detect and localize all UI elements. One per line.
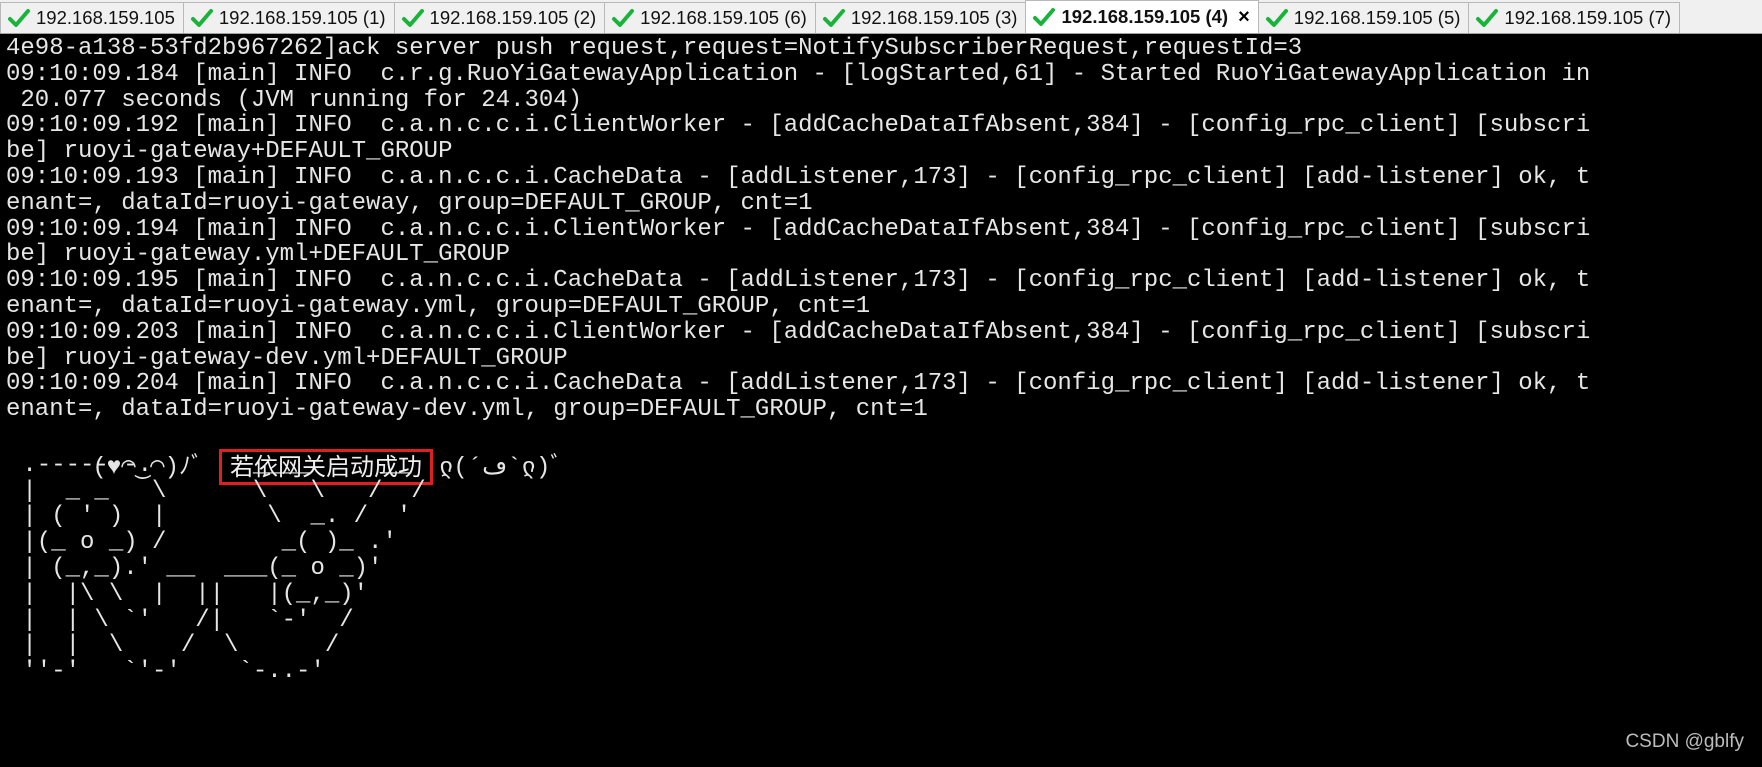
ascii-art-line: | (_,_).' __ ___(_ o _)' — [8, 555, 383, 582]
session-tab-label: 192.168.159.105 (1) — [218, 7, 386, 28]
ascii-art-line: | |\ \ | || |(_,_)' — [8, 580, 369, 608]
connected-check-icon — [1033, 8, 1056, 26]
ascii-art-line: |(_ o _) / _( )_ .' — [8, 529, 397, 557]
log-line: be] ruoyi-gateway+DEFAULT_GROUP — [6, 138, 453, 166]
connected-check-icon — [8, 9, 30, 27]
session-tab-label: 192.168.159.105 — [36, 7, 175, 28]
log-line: enant=, dataId=ruoyi-gateway.yml, group=… — [6, 293, 871, 320]
ascii-art-line: .-------. ____ __ — [8, 451, 412, 479]
ascii-art-line: | | \ `' /| `-' / — [8, 606, 354, 634]
ascii-art-line: ''-' `'-' `-..-' — [8, 658, 325, 686]
session-tab-0[interactable]: 192.168.159.105 — [0, 2, 184, 33]
ascii-art-line: | ( ' ) | \ _. / ' — [8, 503, 412, 531]
log-line: 09:10:09.192 [main] INFO c.a.n.c.c.i.Cli… — [6, 112, 1591, 140]
session-tab-label: 192.168.159.105 (3) — [850, 7, 1018, 28]
connected-check-icon — [612, 9, 635, 27]
log-line: 09:10:09.203 [main] INFO c.a.n.c.c.i.Cli… — [6, 318, 1591, 346]
log-line: 09:10:09.194 [main] INFO c.a.n.c.c.i.Cli… — [6, 215, 1591, 243]
session-tab-1[interactable]: 192.168.159.105 (1) — [182, 2, 395, 33]
connected-check-icon — [822, 9, 845, 27]
ascii-art-line: | | \ / \ / — [8, 632, 340, 660]
connected-check-icon — [1265, 9, 1288, 27]
session-tab-label: 192.168.159.105 (4) — [1061, 6, 1229, 27]
log-line: be] ruoyi-gateway.yml+DEFAULT_GROUP — [6, 241, 511, 269]
terminal-output[interactable]: 4e98-a138-53fd2b967262]ack server push r… — [0, 34, 1762, 767]
log-line: 09:10:09.204 [main] INFO c.a.n.c.c.i.Cac… — [6, 370, 1591, 398]
ascii-art-line: | _ _ \ \ \ / / — [8, 477, 426, 505]
log-line: enant=, dataId=ruoyi-gateway, group=DEFA… — [6, 189, 813, 217]
session-tab-3[interactable]: 192.168.159.105 (6) — [604, 2, 816, 33]
session-tab-bar: 192.168.159.105 192.168.159.105 (1) 192.16… — [0, 0, 1762, 34]
session-tab-4[interactable]: 192.168.159.105 (3) — [814, 2, 1027, 33]
session-tab-6[interactable]: 192.168.159.105 (5) — [1257, 2, 1470, 33]
session-tab-label: 192.168.159.105 (6) — [640, 7, 807, 28]
session-tab-5[interactable]: 192.168.159.105 (4) × — [1025, 0, 1259, 33]
log-line: 09:10:09.184 [main] INFO c.r.g.RuoYiGate… — [6, 60, 1591, 88]
close-tab-icon[interactable]: × — [1238, 7, 1250, 27]
connected-check-icon — [190, 9, 213, 27]
log-line: be] ruoyi-gateway-dev.yml+DEFAULT_GROUP — [6, 344, 568, 372]
log-line: 4e98-a138-53fd2b967262]ack server push r… — [6, 35, 1303, 62]
log-line: 09:10:09.193 [main] INFO c.a.n.c.c.i.Cac… — [6, 164, 1591, 191]
connected-check-icon — [401, 9, 424, 27]
log-line: 20.077 seconds (JVM running for 24.304) — [6, 86, 583, 114]
session-tab-label: 192.168.159.105 (5) — [1293, 7, 1461, 28]
session-tab-2[interactable]: 192.168.159.105 (2) — [393, 2, 606, 33]
csdn-watermark: CSDN @gblfy — [1625, 731, 1744, 752]
session-tab-label: 192.168.159.105 (2) — [429, 7, 597, 28]
terminal-window: 192.168.159.105 192.168.159.105 (1) 192.16… — [0, 0, 1762, 767]
success-kaomoji-right: ლ(´ڡ`ლ)ﾞ — [438, 454, 563, 482]
session-tab-7[interactable]: 192.168.159.105 (7) — [1468, 2, 1681, 33]
log-line: 09:10:09.195 [main] INFO c.a.n.c.c.i.Cac… — [6, 267, 1591, 295]
session-tab-label: 192.168.159.105 (7) — [1504, 7, 1672, 28]
connected-check-icon — [1476, 9, 1499, 27]
